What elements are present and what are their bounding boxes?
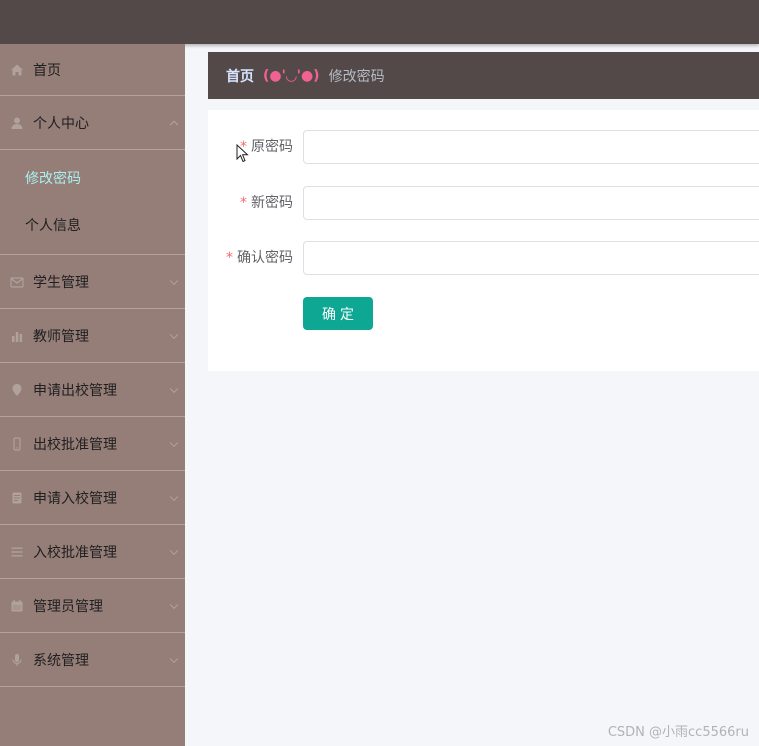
sidebar-item-label: 入校批准管理	[33, 544, 117, 561]
sidebar-item-home[interactable]: 首页	[0, 44, 185, 96]
sidebar-menu: 首页 个人中心 修改密码 个人信息 学生管理 教师管理 申请出校管理 出校批准管…	[0, 44, 185, 746]
chevron-down-icon	[169, 438, 179, 447]
personal-center-submenu: 修改密码 个人信息	[0, 150, 185, 255]
bar-chart-icon	[10, 329, 24, 343]
location-pin-icon	[10, 383, 24, 397]
chevron-down-icon	[169, 330, 179, 339]
sidebar-item-label: 出校批准管理	[33, 436, 117, 453]
home-icon	[10, 63, 24, 77]
submenu-item-change-password[interactable]: 修改密码	[0, 154, 185, 201]
sidebar-item-personal-center[interactable]: 个人中心	[0, 96, 185, 150]
sidebar-item-label: 学生管理	[33, 274, 89, 291]
confirm-password-input[interactable]	[303, 241, 759, 275]
form-row-new-password: * 新密码	[208, 186, 759, 220]
chevron-down-icon	[169, 276, 179, 285]
confirm-password-label: * 确认密码	[226, 250, 293, 266]
sidebar-item-student-management[interactable]: 学生管理	[0, 255, 185, 309]
breadcrumb: 首页 (●'◡'●) 修改密码	[208, 52, 759, 99]
sidebar-item-label: 教师管理	[33, 328, 89, 345]
form-row-confirm-password: * 确认密码	[208, 241, 759, 275]
sidebar-item-label: 个人中心	[33, 115, 89, 132]
new-password-label: * 新密码	[240, 195, 293, 211]
watermark: CSDN @小雨cc5566ru	[607, 725, 749, 740]
breadcrumb-current: 修改密码	[328, 68, 385, 85]
breadcrumb-separator: (●'◡'●)	[263, 67, 320, 84]
confirm-button[interactable]: 确定	[303, 297, 373, 330]
mobile-icon	[10, 436, 24, 451]
chevron-up-icon	[169, 120, 179, 129]
microphone-icon	[10, 653, 24, 667]
new-password-input[interactable]	[303, 186, 759, 220]
chevron-down-icon	[169, 654, 179, 663]
mail-icon	[10, 275, 24, 289]
list-icon	[10, 545, 24, 559]
required-mark: *	[226, 250, 233, 266]
breadcrumb-home-link[interactable]: 首页	[226, 66, 254, 86]
sidebar-item-label: 首页	[33, 62, 61, 79]
sidebar-item-label: 申请入校管理	[33, 490, 117, 507]
sidebar-item-teacher-management[interactable]: 教师管理	[0, 309, 185, 363]
change-password-form: * 原密码 * 新密码 * 确认密码 确定	[208, 110, 759, 371]
sidebar-item-label: 管理员管理	[33, 598, 103, 615]
required-mark: *	[240, 195, 247, 211]
sidebar-item-label: 申请出校管理	[33, 382, 117, 399]
sidebar-item-admin-management[interactable]: 管理员管理	[0, 579, 185, 633]
old-password-input[interactable]	[303, 130, 759, 164]
sidebar-item-exit-application[interactable]: 申请出校管理	[0, 363, 185, 417]
sidebar-item-entry-application[interactable]: 申请入校管理	[0, 471, 185, 525]
chevron-down-icon	[169, 492, 179, 501]
document-icon	[10, 491, 24, 505]
sidebar-item-exit-approval[interactable]: 出校批准管理	[0, 417, 185, 471]
calendar-icon	[10, 599, 24, 613]
sidebar-item-label: 系统管理	[33, 652, 89, 669]
form-row-old-password: * 原密码	[208, 130, 759, 164]
chevron-down-icon	[169, 546, 179, 555]
sidebar-item-system-management[interactable]: 系统管理	[0, 633, 185, 687]
mouse-cursor-icon	[236, 143, 249, 167]
submenu-item-personal-info[interactable]: 个人信息	[0, 201, 185, 248]
top-header-bar	[0, 0, 759, 44]
sidebar-item-entry-approval[interactable]: 入校批准管理	[0, 525, 185, 579]
chevron-down-icon	[169, 600, 179, 609]
chevron-down-icon	[169, 384, 179, 393]
user-icon	[10, 116, 24, 130]
